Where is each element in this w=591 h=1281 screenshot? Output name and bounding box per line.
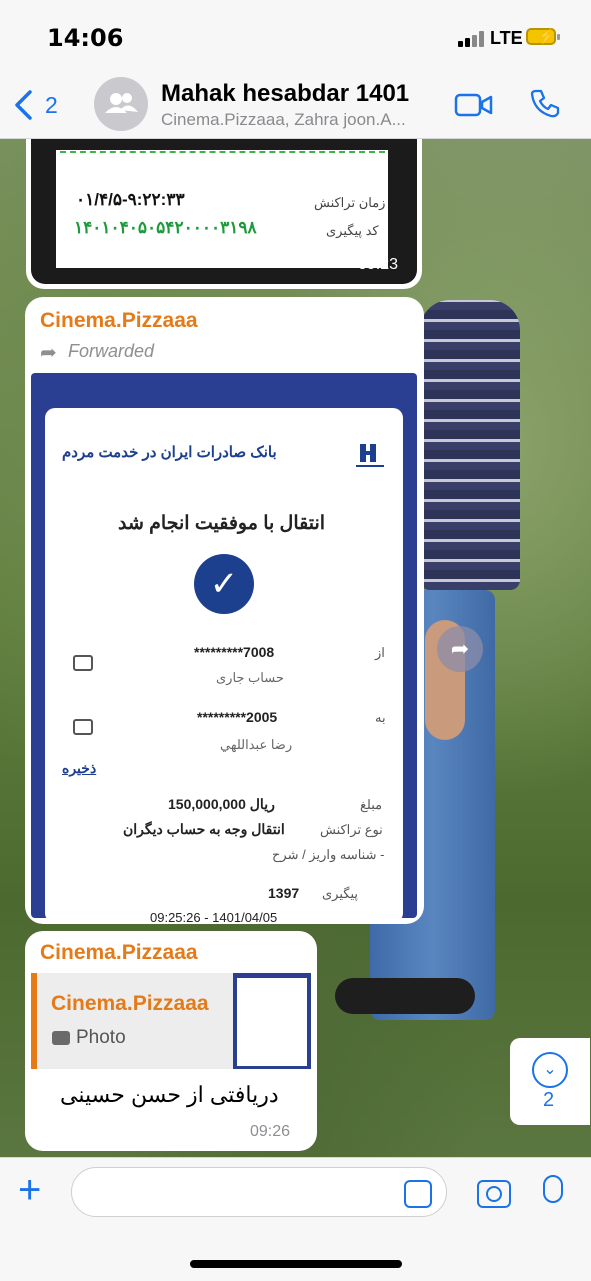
transfer-success-title: انتقال با موفقیت انجام شد bbox=[118, 513, 326, 534]
chat-members[interactable]: Cinema.Pizzaaa, Zahra joon.A... bbox=[161, 110, 431, 130]
transaction-type-value: انتقال وجه به حساب دیگران bbox=[123, 821, 285, 837]
chat-title[interactable]: Mahak hesabdar 1401 bbox=[161, 80, 409, 108]
receipt-tracking-value: ۱۴۰۱۰۴۰۵۰۵۴۲۰۰۰۰۳۱۹۸ bbox=[74, 218, 257, 237]
plus-icon[interactable]: + bbox=[18, 1168, 41, 1213]
message-time: 09:26 bbox=[357, 890, 398, 907]
quoted-thumbnail-card bbox=[237, 978, 307, 1066]
bank-logo-icon bbox=[354, 442, 386, 472]
receipt-time-label: زمان تراکنش bbox=[314, 195, 386, 210]
group-avatar[interactable] bbox=[94, 77, 148, 131]
sender-name[interactable]: Cinema.Pizzaaa bbox=[40, 941, 198, 965]
tracking-label: پیگیری bbox=[322, 886, 358, 901]
to-account: *********2005 bbox=[197, 709, 278, 725]
to-label: به bbox=[375, 710, 386, 725]
quoted-sender: Cinema.Pizzaaa bbox=[51, 992, 209, 1015]
from-account: *********7008 bbox=[194, 644, 275, 660]
from-label: از bbox=[375, 645, 385, 660]
group-icon bbox=[105, 93, 138, 113]
camera-icon[interactable] bbox=[477, 1180, 511, 1208]
forward-arrow-icon: ➦ bbox=[40, 342, 57, 364]
back-unread-count[interactable]: 2 bbox=[45, 92, 58, 119]
receipt-tracking-label: کد پیگیری bbox=[326, 223, 379, 238]
transaction-datetime: 09:25:26 - 1401/04/05 bbox=[150, 910, 278, 925]
home-indicator bbox=[190, 1260, 402, 1268]
receipt-divider bbox=[60, 151, 385, 153]
receipt-time-value: ۰۱/۴/۵-۹:۲۲:۳۳ bbox=[76, 190, 185, 209]
message-text: دریافتی از حسن حسینی bbox=[60, 1082, 279, 1107]
sticker-icon[interactable] bbox=[404, 1180, 432, 1208]
transaction-type-label: نوع تراکنش bbox=[320, 822, 383, 837]
amount-value: 150,000,000 ریال bbox=[168, 796, 275, 812]
to-name: رضا عبداللهي bbox=[220, 737, 293, 752]
wallpaper-person-shirt bbox=[420, 300, 520, 590]
amount-label: مبلغ bbox=[360, 797, 383, 812]
check-icon: ✓ bbox=[194, 554, 254, 614]
tracking-value: 1397 bbox=[268, 885, 300, 901]
share-forward-icon[interactable]: ➦ bbox=[437, 626, 483, 672]
signal-icon bbox=[458, 31, 484, 47]
from-account-type: حساب جاری bbox=[216, 670, 284, 685]
deposit-id-label: شناسه واریز / شرح - bbox=[272, 847, 385, 862]
forwarded-label: Forwarded bbox=[68, 341, 155, 361]
wallet-icon bbox=[73, 719, 93, 735]
message-input[interactable] bbox=[71, 1167, 447, 1217]
sender-name[interactable]: Cinema.Pizzaaa bbox=[40, 309, 198, 333]
charging-icon: ⚡ bbox=[538, 28, 556, 44]
message-time: 09:23 bbox=[358, 256, 399, 273]
quoted-type: Photo bbox=[76, 1027, 126, 1048]
back-chevron-icon[interactable] bbox=[12, 89, 34, 129]
wallpaper-shoe bbox=[335, 978, 475, 1014]
status-time: 14:06 bbox=[47, 24, 124, 52]
unread-count[interactable]: 2 bbox=[543, 1089, 554, 1112]
message-time: 09:26 bbox=[250, 1123, 291, 1140]
bank-slogan: بانک صادرات ایران در خدمت مردم bbox=[62, 444, 277, 461]
save-link[interactable]: ذخیره bbox=[62, 760, 96, 777]
network-type: LTE bbox=[490, 28, 523, 48]
video-call-icon[interactable] bbox=[454, 92, 494, 123]
microphone-icon[interactable] bbox=[543, 1175, 563, 1203]
wallet-icon bbox=[73, 655, 93, 671]
chevron-down-icon[interactable]: ⌄ bbox=[532, 1052, 568, 1088]
quote-accent-bar bbox=[31, 973, 37, 1069]
bank-receipt-card bbox=[45, 408, 403, 923]
camera-small-icon bbox=[52, 1031, 70, 1045]
voice-call-icon[interactable] bbox=[529, 88, 561, 125]
